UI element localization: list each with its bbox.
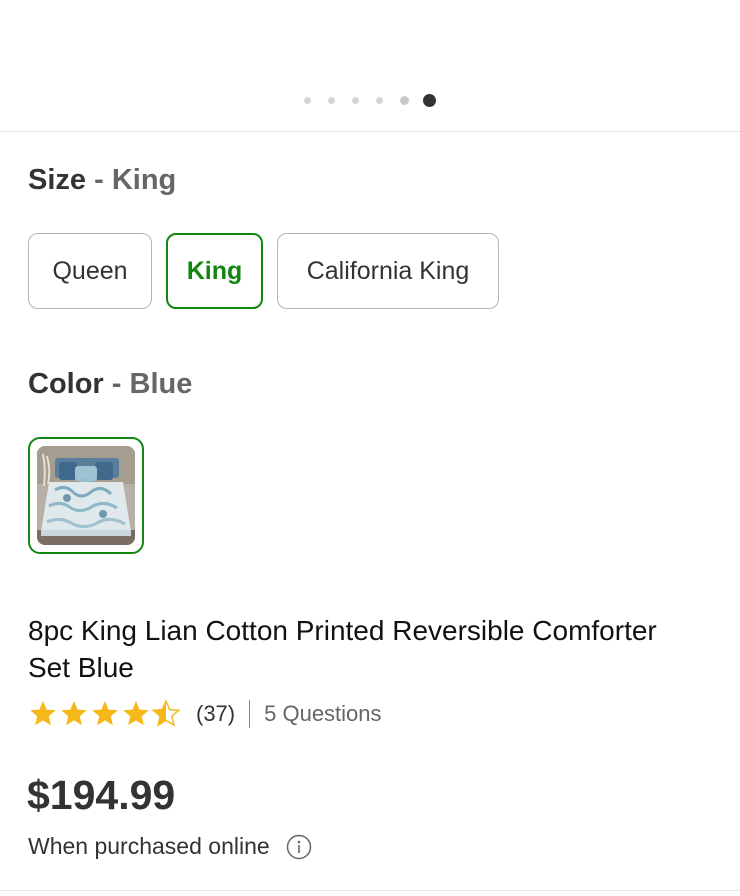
carousel-dot[interactable]: [376, 97, 383, 104]
star-rating[interactable]: [28, 699, 180, 729]
info-icon[interactable]: [286, 834, 312, 860]
size-separator: -: [94, 164, 104, 196]
color-selected-value: Blue: [129, 368, 193, 400]
carousel-dot-active[interactable]: [423, 94, 436, 107]
color-swatch-blue[interactable]: [28, 437, 144, 554]
size-option-california-king[interactable]: California King: [277, 233, 499, 309]
carousel-dot[interactable]: [304, 97, 311, 104]
color-label: Color: [28, 368, 104, 400]
size-option-queen[interactable]: Queen: [28, 233, 152, 309]
price-note: When purchased online: [28, 833, 312, 860]
size-selected-value: King: [111, 164, 177, 196]
rating-divider: [249, 700, 251, 728]
carousel-dot[interactable]: [328, 97, 335, 104]
carousel-dot[interactable]: [352, 97, 359, 104]
carousel-dot[interactable]: [400, 96, 409, 105]
product-title: 8pc King Lian Cotton Printed Reversible …: [28, 615, 657, 683]
questions-link[interactable]: 5 Questions: [264, 701, 381, 727]
rating-stars-icon: [30, 700, 180, 726]
section-divider: [0, 890, 740, 891]
review-count-link[interactable]: (37): [196, 701, 235, 727]
image-carousel[interactable]: [0, 0, 740, 132]
price-note-text: When purchased online: [28, 833, 270, 859]
product-price: $194.99: [27, 772, 176, 818]
carousel-pagination: [304, 94, 436, 107]
size-options: Queen King California King: [28, 233, 513, 309]
rating-row: (37) 5 Questions: [28, 698, 382, 730]
size-label: Size: [28, 164, 87, 196]
size-option-king[interactable]: King: [166, 233, 263, 309]
size-heading: Size - King: [28, 164, 176, 197]
comforter-thumbnail-icon: [37, 446, 135, 545]
color-separator: -: [111, 368, 122, 400]
color-heading: Color - Blue: [28, 368, 192, 401]
